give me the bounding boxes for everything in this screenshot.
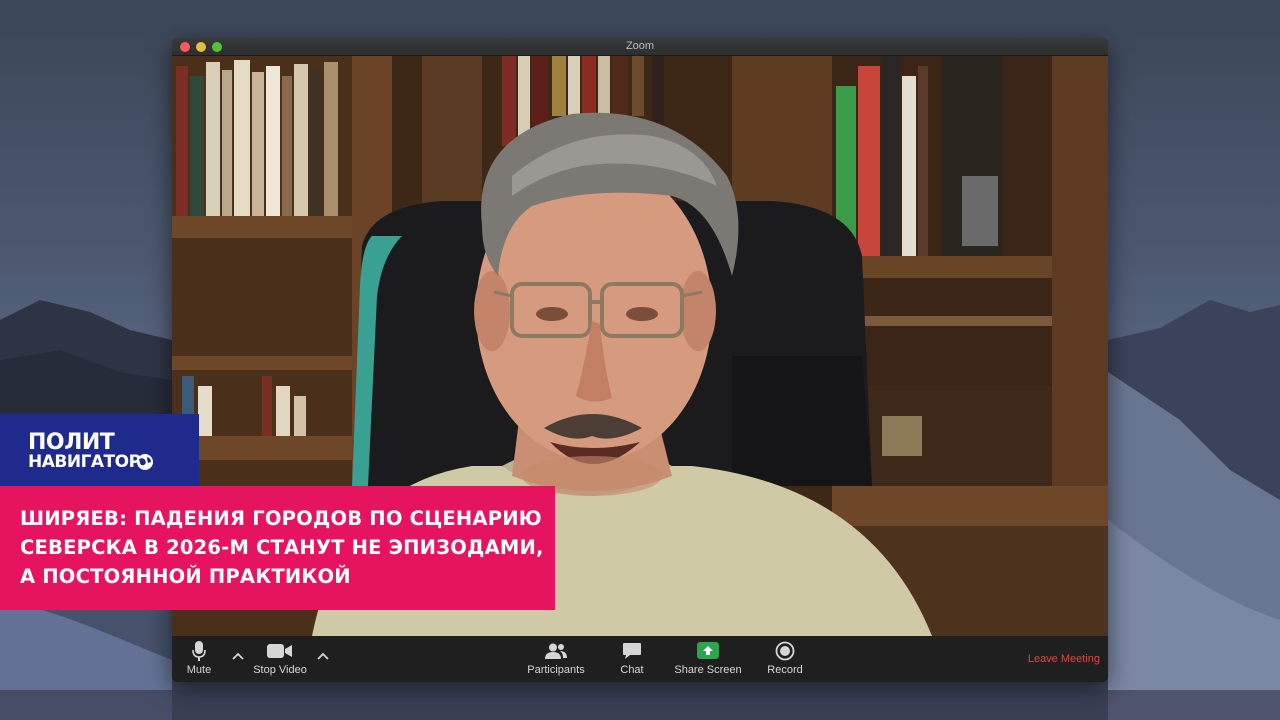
window-titlebar: Zoom bbox=[172, 38, 1108, 56]
record-label: Record bbox=[767, 664, 803, 676]
window-title: Zoom bbox=[625, 40, 655, 52]
leave-meeting-button[interactable]: Leave Meeting bbox=[1028, 653, 1100, 665]
logo-line-1: ПОЛИТ bbox=[28, 430, 115, 455]
mute-button[interactable]: Mute bbox=[184, 640, 214, 680]
chat-bubble-icon bbox=[622, 640, 642, 662]
mute-label: Mute bbox=[186, 664, 212, 676]
headline-line: ШИРЯЕВ: ПАДЕНИЯ ГОРОДОВ ПО СЦЕНАРИЮ bbox=[20, 507, 542, 530]
share-screen-label: Share Screen bbox=[674, 664, 742, 676]
record-button[interactable]: Record bbox=[764, 640, 806, 680]
chat-label: Chat bbox=[620, 664, 644, 676]
chevron-up-icon[interactable] bbox=[231, 650, 245, 662]
share-screen-button[interactable]: Share Screen bbox=[672, 640, 744, 680]
chevron-up-icon[interactable] bbox=[316, 650, 330, 662]
headline-text: ШИРЯЕВ: ПАДЕНИЯ ГОРОДОВ ПО СЦЕНАРИЮ СЕВЕ… bbox=[20, 504, 545, 591]
participants-label: Participants bbox=[527, 664, 585, 676]
headline-banner: ШИРЯЕВ: ПАДЕНИЯ ГОРОДОВ ПО СЦЕНАРИЮ СЕВЕ… bbox=[0, 486, 555, 610]
share-screen-icon bbox=[697, 640, 719, 662]
stop-video-label: Stop Video bbox=[253, 664, 307, 676]
stop-video-button[interactable]: Stop Video bbox=[252, 640, 308, 680]
meeting-toolbar: Mute Stop Video Participants Chat Share … bbox=[172, 636, 1108, 682]
headline-line: А ПОСТОЯННОЙ ПРАКТИКОЙ bbox=[20, 565, 351, 588]
chat-button[interactable]: Chat bbox=[616, 640, 648, 680]
channel-logo: ПОЛИТ НАВИГАТОР bbox=[0, 414, 199, 486]
video-camera-icon bbox=[267, 640, 293, 662]
record-icon bbox=[775, 640, 795, 662]
logo-line-2: НАВИГАТОР bbox=[28, 452, 141, 472]
globe-icon bbox=[137, 454, 153, 470]
microphone-icon bbox=[192, 640, 206, 662]
participants-icon bbox=[545, 640, 567, 662]
participants-button[interactable]: Participants bbox=[524, 640, 588, 680]
headline-line: СЕВЕРСКА В 2026-М СТАНУТ НЕ ЭПИЗОДАМИ, bbox=[20, 536, 544, 559]
